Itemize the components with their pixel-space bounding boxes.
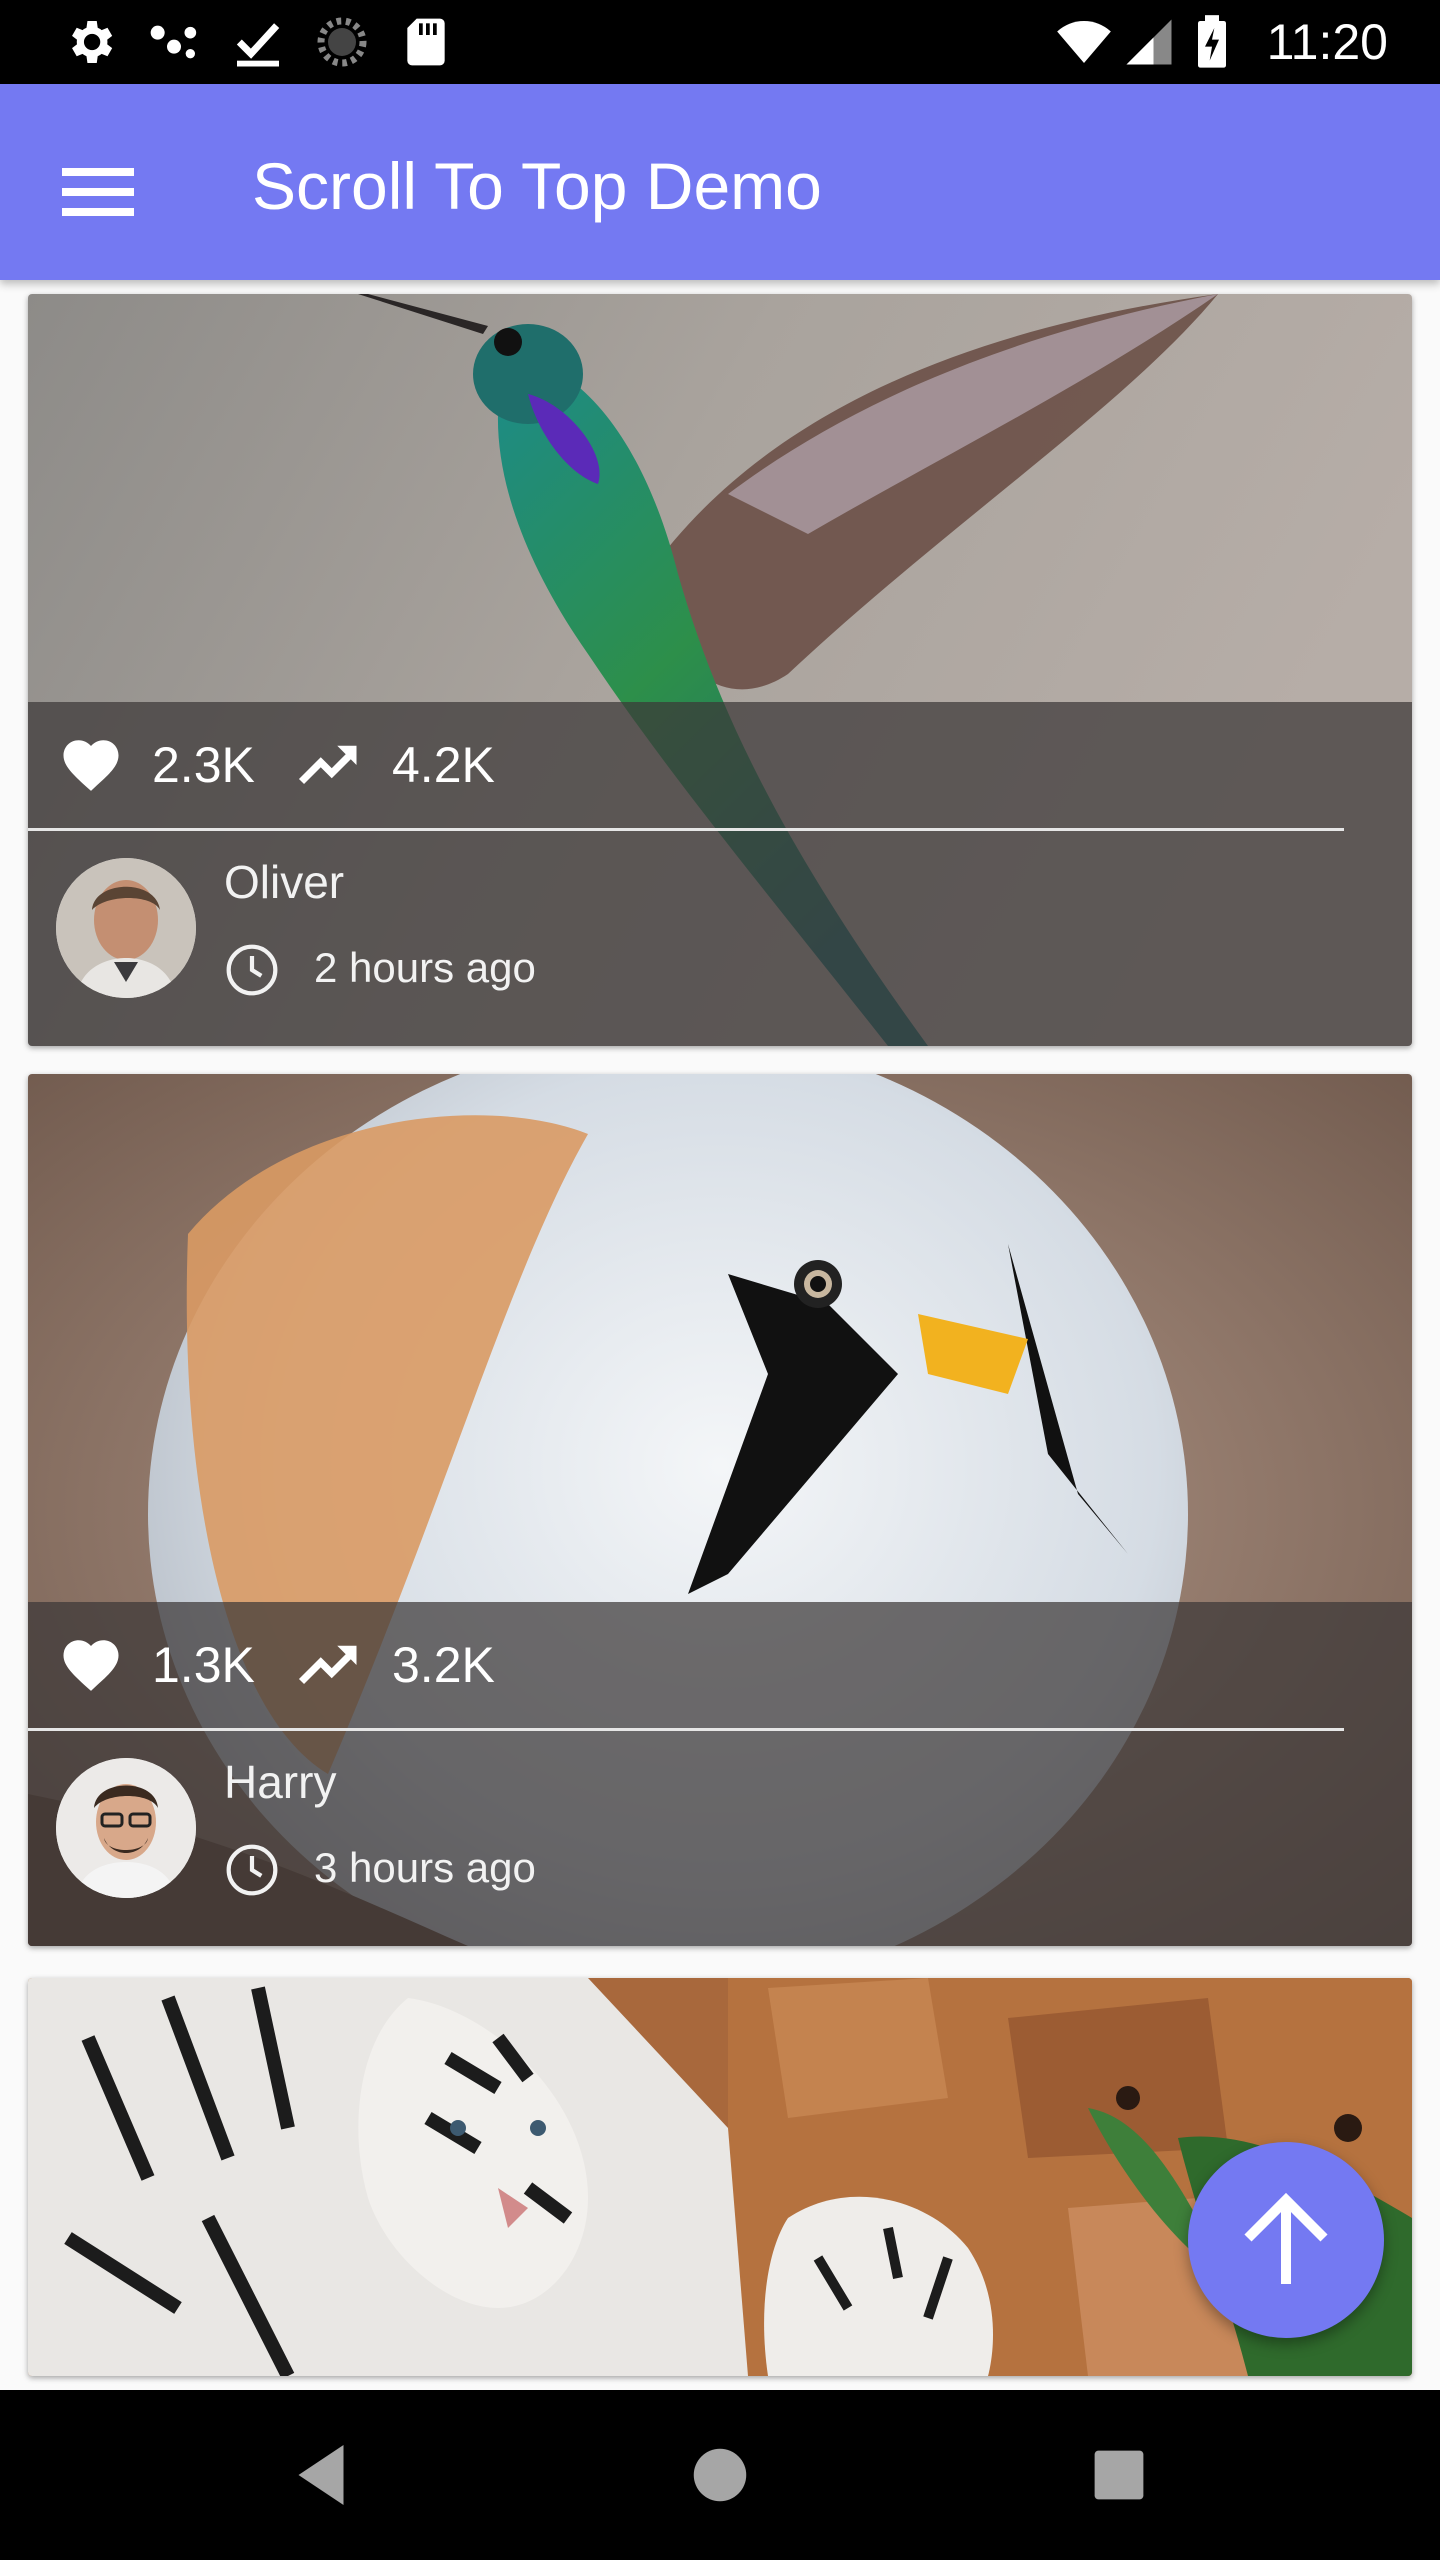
home-icon[interactable] [675,2430,765,2520]
recents-icon[interactable] [1074,2430,1164,2520]
divider [28,828,1344,831]
menu-icon[interactable] [50,144,146,240]
sd-card-icon [407,18,445,66]
app-bar: Scroll To Top Demo [0,84,1440,280]
heart-icon[interactable] [56,732,126,798]
navigation-bar [0,2390,1440,2560]
post-stats: 2.3K 4.2K [28,702,1412,828]
clock-icon [226,944,278,996]
card-info-overlay: 2.3K 4.2K Oliver 2 hours ago [28,702,1412,1046]
scroll-to-top-button[interactable] [1188,2142,1384,2338]
download-done-icon [236,23,280,67]
avatar[interactable] [56,858,196,998]
back-icon[interactable] [276,2430,366,2520]
trending-count: 4.2K [392,737,495,793]
likes-count: 2.3K [152,737,255,793]
loading-icon [317,17,367,67]
avatar[interactable] [56,1758,196,1898]
post-time: 2 hours ago [314,944,536,991]
author-name: Harry [224,1756,337,1808]
wifi-icon [1057,21,1111,63]
post-time: 3 hours ago [314,1844,536,1891]
card-info-overlay: 1.3K 3.2K Harry 3 hours ago [28,1602,1412,1946]
battery-charging-icon [1198,15,1226,68]
trending-count: 3.2K [392,1637,495,1693]
signal-icon [1126,19,1172,65]
post-stats: 1.3K 3.2K [28,1602,1412,1728]
post-card[interactable]: 1.3K 3.2K Harry 3 hours ago [28,1074,1412,1946]
usb-icon [150,25,197,59]
trending-up-icon[interactable] [294,732,364,798]
feed-list[interactable]: 2.3K 4.2K Oliver 2 hours ago 1.3K 3.2K H… [0,280,1440,2390]
likes-count: 1.3K [152,1637,255,1693]
divider [28,1728,1344,1731]
arrow-up-icon [1244,2192,1328,2284]
heart-icon[interactable] [56,1632,126,1698]
clock-time: 11:20 [1266,14,1388,70]
author-name: Oliver [224,856,345,908]
status-bar: 11:20 [0,0,1440,84]
settings-icon [72,21,113,63]
clock-icon [226,1844,278,1896]
post-card[interactable]: 2.3K 4.2K Oliver 2 hours ago [28,294,1412,1046]
page-title: Scroll To Top Demo [252,149,822,223]
trending-up-icon[interactable] [294,1632,364,1698]
